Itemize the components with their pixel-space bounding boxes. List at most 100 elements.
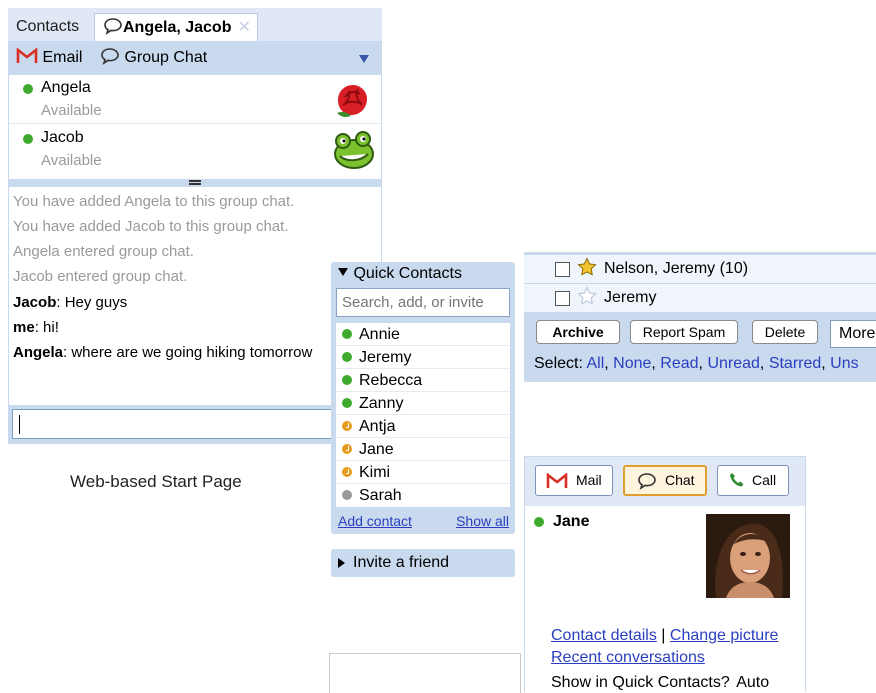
participant-angela[interactable]: Angela Available xyxy=(9,75,381,124)
select-label: Select: xyxy=(534,355,583,372)
comma: , xyxy=(604,355,614,372)
group-chat-button[interactable]: Group Chat xyxy=(100,41,207,75)
contact-name: Jane xyxy=(553,513,590,530)
select-starred-link[interactable]: Starred xyxy=(769,355,821,372)
contact-item[interactable]: Kimi xyxy=(336,461,510,484)
email-button[interactable]: Email xyxy=(16,41,82,75)
delete-button[interactable]: Delete xyxy=(752,320,818,344)
email-label: Email xyxy=(42,49,83,66)
contact-name: Sarah xyxy=(359,487,402,504)
rose-avatar xyxy=(337,85,367,117)
contact-name: Zanny xyxy=(359,395,404,412)
contact-name: Rebecca xyxy=(359,372,423,389)
available-status-icon xyxy=(342,352,352,362)
chat-tab-bar: Contacts Angela, Jacob ✕ xyxy=(8,8,382,41)
contact-item[interactable]: Jeremy xyxy=(336,346,510,369)
contact-item[interactable]: Jane xyxy=(336,438,510,461)
mail-subject: Jeremy xyxy=(604,289,657,306)
available-status-icon xyxy=(534,517,544,527)
link-separator: | xyxy=(661,627,666,644)
participant-name: Angela xyxy=(41,79,91,96)
tab-contacts[interactable]: Contacts xyxy=(8,13,87,41)
profile-photo-image xyxy=(706,514,790,598)
contact-item[interactable]: Antja xyxy=(336,415,510,438)
show-in-quick-contacts-label: Show in Quick Contacts? xyxy=(551,674,730,691)
participant-jacob[interactable]: Jacob Available xyxy=(9,125,381,174)
invite-friend-label: Invite a friend xyxy=(353,554,450,571)
chat-message-input[interactable] xyxy=(12,409,378,439)
invite-friend-section[interactable]: Invite a friend xyxy=(331,549,515,577)
select-none-link[interactable]: None xyxy=(613,355,651,372)
idle-status-icon xyxy=(342,421,352,431)
more-actions-dropdown[interactable]: More xyxy=(830,320,876,348)
chat-message: me: hi! xyxy=(13,319,59,336)
system-message: You have added Jacob to this group chat. xyxy=(13,218,289,235)
show-in-quick-contacts-value[interactable]: Auto xyxy=(736,674,769,691)
chat-bubble-icon xyxy=(638,473,656,490)
participant-status: Available xyxy=(41,102,102,119)
contact-search-field[interactable] xyxy=(336,288,510,317)
message-text: : where are we going hiking tomorrow xyxy=(63,344,313,361)
recent-conversations-link[interactable]: Recent conversations xyxy=(551,649,705,666)
gmail-icon xyxy=(16,47,38,63)
chevron-down-icon[interactable] xyxy=(358,54,370,64)
archive-button[interactable]: Archive xyxy=(536,320,620,344)
select-bar: Select: All, None, Read, Unread, Starred… xyxy=(534,355,859,373)
star-empty-icon[interactable] xyxy=(577,286,597,306)
triangle-down-icon xyxy=(338,268,348,276)
show-all-link[interactable]: Show all xyxy=(456,513,509,529)
contact-item[interactable]: Annie xyxy=(336,323,510,346)
tab-group-chat[interactable]: Angela, Jacob ✕ xyxy=(94,13,258,41)
row-checkbox[interactable] xyxy=(555,291,570,306)
contact-item[interactable]: Rebecca xyxy=(336,369,510,392)
select-read-link[interactable]: Read xyxy=(660,355,698,372)
close-icon[interactable]: ✕ xyxy=(238,14,251,42)
caption: Web-based Start Page xyxy=(70,472,242,491)
contact-list: Annie Jeremy Rebecca Zanny Antja Jane Ki… xyxy=(336,323,510,507)
mail-row[interactable]: Nelson, Jeremy (10) xyxy=(524,255,876,284)
add-contact-link[interactable]: Add contact xyxy=(338,513,412,529)
recent-conversations-row: Recent conversations xyxy=(551,649,705,667)
available-status-icon xyxy=(342,398,352,408)
frog-avatar xyxy=(334,131,374,169)
gmail-icon xyxy=(546,473,568,488)
participant-list: Angela Available Jacob Available xyxy=(8,75,382,179)
participant-name: Jacob xyxy=(41,129,84,146)
group-chat-label: Group Chat xyxy=(124,49,208,66)
quick-contacts-header[interactable]: Quick Contacts xyxy=(337,265,462,283)
available-status-icon xyxy=(342,375,352,385)
contact-item[interactable]: Zanny xyxy=(336,392,510,415)
card-links-row: Contact details | Change picture xyxy=(551,627,778,645)
select-unstarred-link[interactable]: Uns xyxy=(830,355,858,372)
resize-handle[interactable] xyxy=(8,179,382,187)
triangle-right-icon xyxy=(338,558,345,568)
chat-log: You have added Angela to this group chat… xyxy=(8,187,382,405)
tab-group-label: Angela, Jacob xyxy=(123,19,232,36)
chat-bubble-icon xyxy=(104,18,122,35)
contact-item[interactable]: Sarah xyxy=(336,484,510,507)
mail-subject: Nelson, Jeremy (10) xyxy=(604,260,749,277)
call-button-label: Call xyxy=(752,472,777,488)
star-filled-icon[interactable] xyxy=(577,257,597,277)
chat-button[interactable]: Chat xyxy=(623,465,707,496)
mail-button[interactable]: Mail xyxy=(535,465,613,496)
contact-name: Antja xyxy=(359,418,396,435)
change-picture-link[interactable]: Change picture xyxy=(670,627,779,644)
mail-row[interactable]: Jeremy xyxy=(524,284,876,313)
row-checkbox[interactable] xyxy=(555,262,570,277)
select-all-link[interactable]: All xyxy=(586,355,604,372)
empty-panel xyxy=(329,653,521,693)
contact-details-link[interactable]: Contact details xyxy=(551,627,657,644)
chat-toolbar: Email Group Chat xyxy=(8,41,382,75)
system-message: Jacob entered group chat. xyxy=(13,268,188,285)
chat-bubble-icon xyxy=(101,48,119,65)
show-in-quick-contacts-row: Show in Quick Contacts? Auto xyxy=(551,674,769,692)
contact-search-input[interactable] xyxy=(337,289,509,316)
call-button[interactable]: Call xyxy=(717,465,789,496)
mail-list-panel: Nelson, Jeremy (10) Jeremy Archive Repor… xyxy=(524,252,876,382)
contact-name: Jeremy xyxy=(359,349,412,366)
message-sender: Angela xyxy=(13,344,64,361)
report-spam-button[interactable]: Report Spam xyxy=(630,320,738,344)
chat-message: Angela: where are we going hiking tomorr… xyxy=(13,344,312,361)
select-unread-link[interactable]: Unread xyxy=(707,355,759,372)
